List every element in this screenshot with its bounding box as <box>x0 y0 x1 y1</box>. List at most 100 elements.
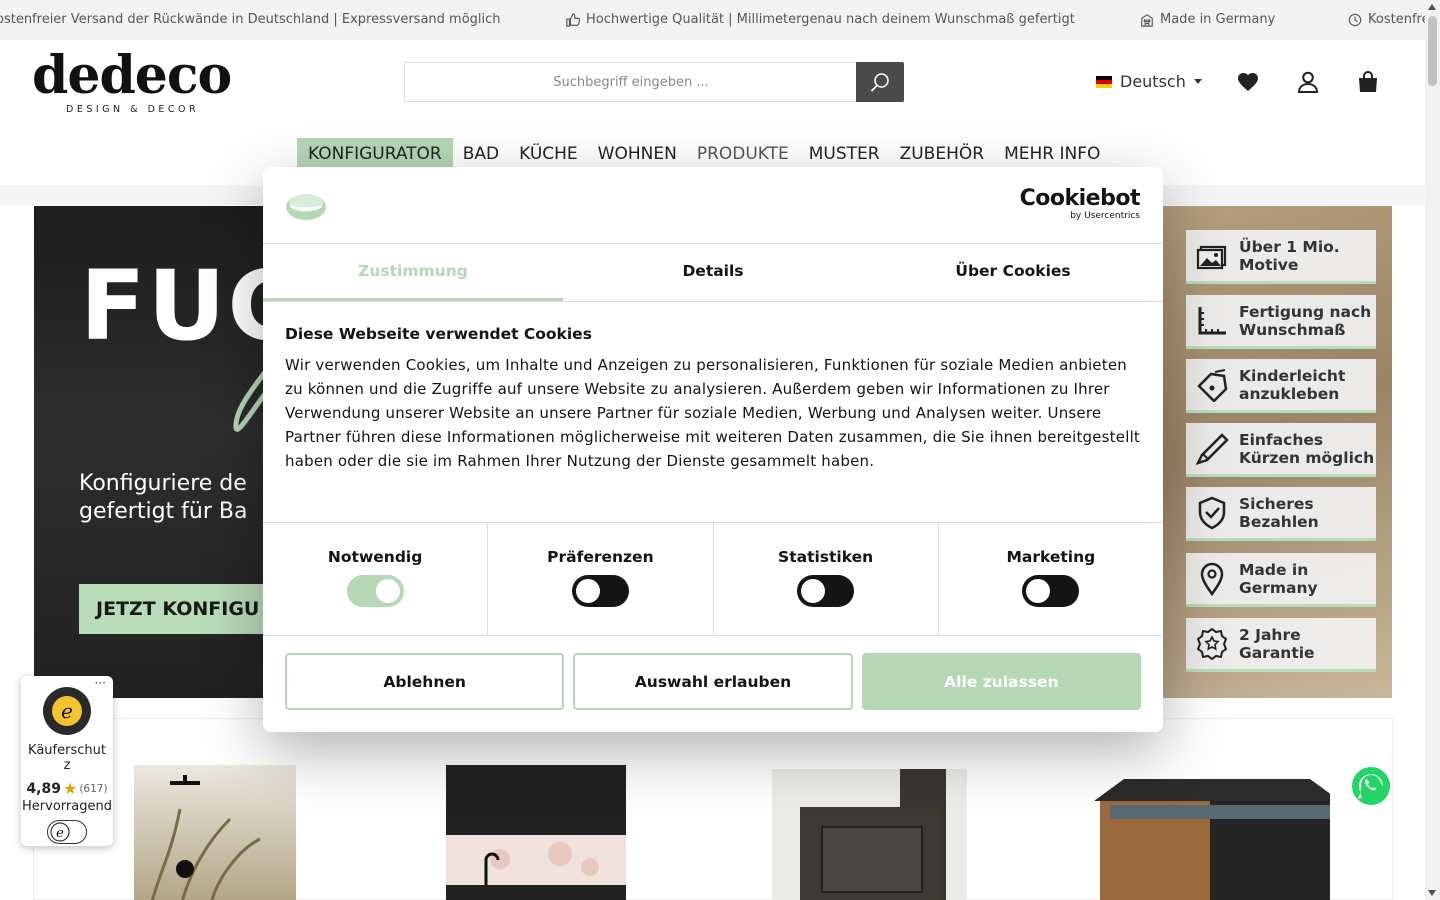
trusted-shops-seal-icon: e <box>43 687 91 735</box>
ticker-text: Kostenfre <box>1368 12 1425 27</box>
image-icon <box>1196 245 1227 269</box>
tab-ueber-cookies[interactable]: Über Cookies <box>863 244 1163 301</box>
caret-down-icon <box>1193 79 1202 84</box>
toggle-knob <box>801 579 826 603</box>
trusted-shops-rating: 4,89 ★ (617) <box>21 779 113 798</box>
logo-wordmark: dedeco <box>32 45 232 106</box>
cookie-text: Wir verwenden Cookies, um Inhalte und An… <box>285 356 1141 470</box>
wishlist-heart-icon[interactable] <box>1236 70 1260 94</box>
tab-zustimmung[interactable]: Zustimmung <box>263 244 563 301</box>
ticker-item-made-in-germany: Made in Germany <box>1140 12 1275 27</box>
allow-all-button[interactable]: Alle zulassen <box>861 653 1141 710</box>
nav-item-wohnen[interactable]: WOHNEN <box>588 138 687 168</box>
ticker-item-quality: Hochwertige Qualität | Millimetergenau n… <box>566 12 1075 27</box>
shopping-bag-icon[interactable] <box>1356 70 1380 94</box>
category-label: Notwendig <box>327 548 423 566</box>
category-notwendig: Notwendig <box>263 523 489 635</box>
product-image-shower-panel[interactable] <box>90 749 340 900</box>
toggle-praeferenzen[interactable] <box>571 575 629 607</box>
ticker-item-express: Kostenfre <box>1348 12 1425 27</box>
cookie-actions: Ablehnen Auswahl erlauben Alle zulassen <box>263 636 1163 727</box>
whatsapp-chat-icon[interactable] <box>1349 764 1393 808</box>
shield-check-icon <box>1198 496 1226 529</box>
svg-text:e: e <box>61 699 73 723</box>
toggle-notwendig[interactable] <box>346 575 404 607</box>
category-statistiken: Statistiken <box>714 523 939 635</box>
site-logo[interactable]: dedeco DESIGN & DECOR <box>32 45 232 118</box>
main-navigation: KONFIGURATOR BAD KÜCHE WOHNEN PRODUKTE M… <box>297 138 1110 168</box>
germany-flag-icon <box>1096 75 1112 88</box>
toggle-statistiken[interactable] <box>797 575 855 607</box>
reject-button[interactable]: Ablehnen <box>285 653 565 710</box>
ruler-icon <box>1198 306 1226 334</box>
nav-item-konfigurator[interactable]: KONFIGURATOR <box>297 138 453 168</box>
star-icon: ★ <box>62 779 78 798</box>
clock-icon <box>1348 13 1362 26</box>
ticker-text: ostenfreier Versand der Rückwände in Deu… <box>0 12 501 27</box>
feature-motive: Über 1 Mio. Motive <box>1186 230 1376 284</box>
ticker-item-shipping: ostenfreier Versand der Rückwände in Deu… <box>0 12 501 27</box>
feature-wunschmass: Fertigung nach Wunschmaß <box>1186 295 1376 349</box>
cookie-consent-dialog: Cookiebot by Usercentrics Zustimmung Det… <box>263 167 1163 732</box>
rating-score: 4,89 <box>26 780 61 797</box>
search-input[interactable] <box>405 63 857 101</box>
feature-made-in-germany: Made in Germany <box>1186 553 1376 607</box>
feature-label: 2 Jahre Garantie <box>1239 625 1315 662</box>
feature-label: Über 1 Mio. Motive <box>1239 237 1340 274</box>
rating-count: (617) <box>79 782 108 795</box>
cookie-tabs: Zustimmung Details Über Cookies <box>263 244 1163 302</box>
tab-details[interactable]: Details <box>563 244 863 301</box>
svg-text:e: e <box>56 826 64 841</box>
scroll-thumb[interactable] <box>1428 16 1437 86</box>
hero-subtitle-line: gefertigt für Ba <box>79 499 248 524</box>
trusted-shops-toggle-icon[interactable]: e <box>47 820 87 844</box>
award-icon <box>1196 627 1228 660</box>
feature-label: Kinderleicht anzukleben <box>1239 366 1346 403</box>
nav-item-produkte[interactable]: PRODUKTE <box>687 138 799 168</box>
category-praeferenzen: Präferenzen <box>488 523 714 635</box>
language-label: Deutsch <box>1120 72 1186 91</box>
search-button[interactable] <box>856 62 904 102</box>
feature-label: Made in Germany <box>1239 560 1318 597</box>
nav-item-zubehoer[interactable]: ZUBEHÖR <box>890 138 994 168</box>
cookiebot-logo[interactable]: Cookiebot by Usercentrics <box>1019 186 1141 222</box>
site-brand-icon <box>286 194 326 220</box>
search-icon <box>870 73 889 92</box>
ticker-text: Hochwertige Qualität | Millimetergenau n… <box>586 12 1075 27</box>
hero-subtitle: Konfiguriere de gefertigt für Ba <box>79 470 247 526</box>
cookie-description: Diese Webseite verwendet Cookies Wir ver… <box>263 302 1163 523</box>
allow-selection-button[interactable]: Auswahl erlauben <box>573 653 853 710</box>
trusted-shops-label: Käuferschutz <box>28 743 106 773</box>
trusted-shops-widget[interactable]: ··· e Käuferschutz 4,89 ★ (617) Hervorra… <box>21 676 113 846</box>
widget-menu-icon[interactable]: ··· <box>95 676 106 690</box>
account-user-icon[interactable] <box>1296 70 1320 94</box>
toggle-knob <box>375 579 400 603</box>
category-label: Statistiken <box>778 548 874 566</box>
rating-grade: Hervorragend <box>22 799 112 814</box>
feature-label: Fertigung nach Wunschmaß <box>1239 302 1372 339</box>
nav-item-kueche[interactable]: KÜCHE <box>509 138 588 168</box>
nav-item-muster[interactable]: MUSTER <box>799 138 890 168</box>
hero-feature-panel: Über 1 Mio. Motive Fertigung nach Wunsch… <box>1163 206 1392 698</box>
toggle-marketing[interactable] <box>1022 575 1080 607</box>
cutter-icon <box>1195 432 1229 465</box>
product-image-garden-shed[interactable] <box>1080 749 1330 900</box>
category-label: Marketing <box>1006 548 1096 566</box>
feature-garantie: 2 Jahre Garantie <box>1186 618 1376 672</box>
nav-item-bad[interactable]: BAD <box>453 138 509 168</box>
product-image-kitchen-panel[interactable] <box>420 749 670 900</box>
toggle-knob <box>1026 579 1051 603</box>
cookie-title: Diese Webseite verwendet Cookies <box>285 325 592 343</box>
toggle-knob <box>575 579 600 603</box>
product-image-tv-wall[interactable] <box>750 749 1000 900</box>
trusted-shops-e-icon: e <box>50 822 70 842</box>
search-bar <box>404 62 904 102</box>
page-scrollbar[interactable] <box>1425 0 1440 900</box>
thumbs-up-icon <box>566 12 580 27</box>
scroll-down-arrow[interactable] <box>1428 890 1436 896</box>
cookiebot-wordmark: Cookiebot <box>1019 186 1141 211</box>
language-selector[interactable]: Deutsch <box>1096 72 1202 91</box>
scroll-up-arrow[interactable] <box>1428 4 1436 10</box>
cookie-dialog-header: Cookiebot by Usercentrics <box>263 167 1163 244</box>
nav-item-mehr-info[interactable]: MEHR INFO <box>994 138 1110 168</box>
